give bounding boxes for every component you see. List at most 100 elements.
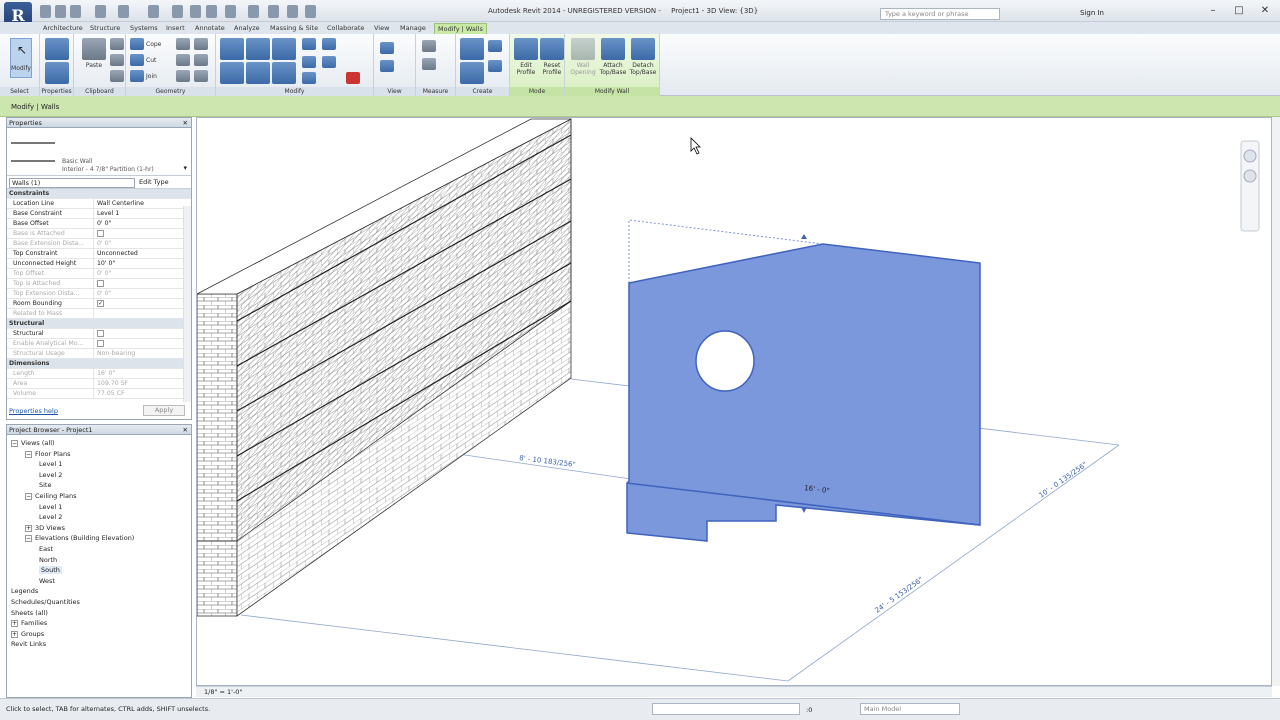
tree-node[interactable]: South bbox=[39, 566, 62, 575]
worksets-field[interactable] bbox=[652, 703, 800, 715]
property-row[interactable]: Base Extension Dista... 0' 0" bbox=[7, 239, 191, 249]
tree-node[interactable]: Site bbox=[39, 481, 51, 489]
copy-element-icon[interactable] bbox=[246, 62, 270, 84]
tab-analyze[interactable]: Analyze bbox=[234, 23, 260, 34]
property-value[interactable]: Non-bearing bbox=[94, 349, 191, 358]
tab-manage[interactable]: Manage bbox=[400, 23, 426, 34]
property-category[interactable]: Structural bbox=[7, 319, 191, 329]
property-value[interactable] bbox=[94, 339, 191, 348]
properties-scrollbar[interactable] bbox=[183, 206, 191, 402]
expand-icon[interactable]: + bbox=[11, 630, 18, 638]
create-parts-icon[interactable] bbox=[488, 60, 502, 72]
join-icon[interactable] bbox=[130, 70, 144, 82]
tab-collaborate[interactable]: Collaborate bbox=[327, 23, 364, 34]
scale-icon[interactable] bbox=[322, 38, 336, 50]
property-row[interactable]: Location Line Wall Centerline bbox=[7, 199, 191, 209]
property-value[interactable]: 0' 0" bbox=[94, 219, 191, 228]
checkbox[interactable] bbox=[97, 330, 104, 337]
dim-length-diagonal[interactable]: 24' - 5 153/256" bbox=[874, 576, 925, 615]
mirror-axis-icon[interactable] bbox=[272, 38, 296, 60]
property-value[interactable]: 77.05 CF bbox=[94, 389, 191, 398]
property-row[interactable]: Base Constraint Level 1 bbox=[7, 209, 191, 219]
property-row[interactable]: Room Bounding ✓ bbox=[7, 299, 191, 309]
property-value[interactable]: 0' 0" bbox=[94, 289, 191, 298]
open-icon[interactable] bbox=[40, 5, 51, 18]
apply-button[interactable]: Apply bbox=[143, 405, 185, 416]
tree-node[interactable]: Level 2 bbox=[39, 513, 62, 521]
instance-filter-dropdown[interactable]: Walls (1) bbox=[9, 178, 135, 188]
paint-icon[interactable] bbox=[194, 38, 208, 50]
hide-in-view-icon[interactable] bbox=[380, 42, 394, 54]
tree-node[interactable]: Level 1 bbox=[39, 460, 62, 468]
zoom-icon[interactable] bbox=[1243, 169, 1257, 183]
tree-node[interactable]: + Families bbox=[11, 619, 47, 628]
tree-node[interactable]: − Floor Plans bbox=[25, 450, 70, 458]
save-icon[interactable] bbox=[55, 5, 66, 18]
tree-node[interactable]: +3D Views bbox=[25, 524, 65, 532]
demolish-icon[interactable] bbox=[194, 54, 208, 66]
type-properties-icon[interactable] bbox=[45, 38, 69, 60]
tree-node[interactable]: + Groups bbox=[11, 630, 44, 638]
property-row[interactable]: Structural bbox=[7, 329, 191, 339]
3d-view-icon[interactable] bbox=[225, 5, 236, 18]
aligned-dimension-icon[interactable] bbox=[422, 58, 436, 70]
thin-lines-icon[interactable] bbox=[268, 5, 279, 18]
dim-length-right[interactable]: 10' - 0 135/256" bbox=[1038, 461, 1089, 500]
section-icon[interactable] bbox=[248, 5, 259, 18]
chevron-down-icon[interactable]: ▾ bbox=[183, 164, 187, 172]
property-category[interactable]: Dimensions bbox=[7, 359, 191, 369]
tree-node[interactable]: Revit Links bbox=[11, 640, 46, 648]
tree-node[interactable]: East bbox=[39, 545, 53, 553]
split-icon[interactable] bbox=[302, 56, 316, 68]
property-value[interactable]: Unconnected bbox=[94, 249, 191, 258]
attach-top-base-icon[interactable] bbox=[601, 38, 625, 60]
vertical-scrollbar[interactable] bbox=[1272, 117, 1280, 686]
selected-wall[interactable] bbox=[626, 219, 981, 542]
panel-label-select[interactable]: Select bbox=[0, 87, 39, 96]
collapse-icon[interactable]: − bbox=[25, 493, 32, 500]
property-row[interactable]: Unconnected Height 10' 0" bbox=[7, 259, 191, 269]
navigation-bar[interactable] bbox=[1240, 140, 1260, 232]
expand-icon[interactable]: + bbox=[25, 524, 32, 532]
close-button[interactable]: ✕ bbox=[1252, 4, 1278, 19]
create-group-icon[interactable] bbox=[488, 40, 502, 52]
collapse-icon[interactable]: − bbox=[25, 535, 32, 543]
tree-node[interactable]: Sheets (all) bbox=[11, 609, 48, 617]
create-similar-icon[interactable] bbox=[460, 38, 484, 60]
tree-node[interactable]: Level 1 bbox=[39, 503, 62, 511]
close-icon[interactable]: ✕ bbox=[183, 425, 188, 435]
tree-node[interactable]: West bbox=[39, 577, 55, 585]
tree-node[interactable]: Level 2 bbox=[39, 471, 62, 479]
property-value[interactable]: 10' 0" bbox=[94, 259, 191, 268]
redo-icon[interactable] bbox=[118, 5, 129, 18]
dimension-icon[interactable] bbox=[190, 5, 201, 18]
tree-node[interactable]: Schedules/Quantities bbox=[11, 598, 80, 606]
property-category[interactable]: Constraints bbox=[7, 189, 191, 199]
tab-structure[interactable]: Structure bbox=[90, 23, 120, 34]
override-graphics-icon[interactable] bbox=[380, 60, 394, 72]
property-value[interactable]: 109.70 SF bbox=[94, 379, 191, 388]
design-option-dropdown[interactable]: Main Model bbox=[860, 703, 960, 715]
property-row[interactable]: Base Offset 0' 0" bbox=[7, 219, 191, 229]
type-selector[interactable]: Basic Wall Interior - 4 7/8" Partition (… bbox=[7, 128, 191, 176]
split-face-icon[interactable] bbox=[176, 38, 190, 50]
checkbox[interactable]: ✓ bbox=[97, 300, 104, 307]
property-row[interactable]: Base is Attached bbox=[7, 229, 191, 239]
modify-button[interactable]: ↖ Modify bbox=[10, 38, 32, 78]
unjoin-icon[interactable] bbox=[176, 70, 190, 82]
array-icon[interactable] bbox=[302, 72, 316, 84]
tree-node[interactable]: − Elevations (Building Elevation) bbox=[25, 534, 134, 543]
property-value[interactable]: Wall Centerline bbox=[94, 199, 191, 208]
property-row[interactable]: Top Offset 0' 0" bbox=[7, 269, 191, 279]
close-windows-icon[interactable] bbox=[287, 5, 298, 18]
cut-icon[interactable] bbox=[110, 38, 124, 50]
properties-icon[interactable] bbox=[45, 62, 69, 84]
property-row[interactable]: Structural Usage Non-bearing bbox=[7, 349, 191, 359]
property-row[interactable]: Enable Analytical Mo... bbox=[7, 339, 191, 349]
measure-icon[interactable] bbox=[172, 5, 183, 18]
property-value[interactable]: Level 1 bbox=[94, 209, 191, 218]
collapse-icon[interactable]: − bbox=[25, 450, 32, 458]
switch-windows-icon[interactable] bbox=[305, 5, 316, 18]
3d-view-canvas[interactable]: 8' - 10 183/256" 16' - 0" 10' - 0 135/25… bbox=[196, 117, 1272, 686]
property-row[interactable]: Area 109.70 SF bbox=[7, 379, 191, 389]
